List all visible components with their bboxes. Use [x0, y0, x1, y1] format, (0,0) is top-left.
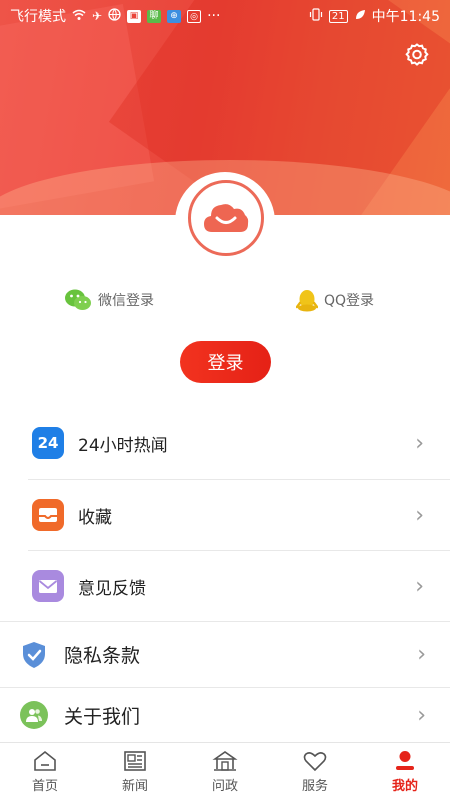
more-notifications-icon: ··· — [207, 8, 221, 24]
tab-label: 服务 — [301, 778, 328, 794]
app-icon: ◎ — [187, 9, 202, 23]
user-icon — [396, 750, 414, 770]
wechat-icon — [65, 289, 91, 310]
shopping-app-icon: ▣ — [127, 9, 142, 23]
menu-item-about-us[interactable]: 关于我们 › — [0, 688, 450, 742]
qq-login-button[interactable]: QQ登录 — [296, 288, 374, 312]
users-icon — [20, 701, 48, 729]
24h-news-icon: 24 — [32, 427, 64, 459]
tab-government-inquiry[interactable]: 问政 — [180, 743, 270, 800]
menu-item-label: 隐私条款 — [64, 645, 141, 667]
menu-item-24h-news[interactable]: 24 24小时热闻 › — [0, 408, 450, 478]
tab-label: 我的 — [391, 778, 418, 794]
wechat-login-button[interactable]: 微信登录 — [64, 288, 154, 312]
chevron-right-icon: › — [417, 642, 426, 667]
menu-item-privacy[interactable]: 隐私条款 › — [0, 622, 450, 687]
chevron-right-icon: › — [417, 702, 426, 728]
chevron-right-icon: › — [415, 573, 424, 599]
cloud-smile-icon — [204, 204, 249, 232]
wifi-icon — [72, 9, 86, 24]
avatar[interactable] — [188, 180, 264, 256]
clock: 中午11:45 — [371, 9, 440, 25]
battery-icon: 21 — [328, 9, 348, 23]
menu-item-label: 意见反馈 — [78, 578, 146, 599]
bottom-tab-bar: 首页 新闻 问政 服务 我的 — [0, 742, 450, 800]
chevron-right-icon: › — [415, 502, 424, 528]
tab-news[interactable]: 新闻 — [90, 743, 180, 800]
gear-icon — [405, 43, 429, 66]
chat-app-icon: 聊 — [147, 9, 162, 23]
menu-item-feedback[interactable]: 意见反馈 › — [0, 551, 450, 621]
heart-icon — [303, 751, 327, 771]
qq-icon — [296, 290, 318, 312]
airplane-icon: ✈ — [92, 9, 103, 23]
mail-icon — [32, 570, 64, 602]
vibrate-icon — [309, 8, 323, 24]
login-button[interactable]: 登录 — [180, 341, 271, 383]
airplane-mode-label: 飞行模式 — [10, 9, 66, 25]
browser-app-icon: ⊕ — [167, 9, 182, 23]
tab-services[interactable]: 服务 — [270, 743, 360, 800]
tab-mine[interactable]: 我的 — [360, 743, 450, 800]
settings-button[interactable] — [404, 42, 430, 68]
leaf-icon — [354, 9, 366, 24]
chevron-right-icon: › — [415, 430, 424, 456]
menu-item-label: 收藏 — [78, 507, 112, 528]
status-bar: 飞行模式 ✈ ▣ 聊 ⊕ ◎ ··· 21 中午11:45 — [0, 0, 450, 32]
tab-label: 问政 — [211, 778, 238, 794]
tab-label: 首页 — [31, 778, 58, 794]
menu-item-label: 24小时热闻 — [78, 435, 168, 456]
qq-login-label: QQ登录 — [324, 293, 375, 309]
tab-home[interactable]: 首页 — [0, 743, 90, 800]
home-icon — [34, 750, 56, 771]
favorite-box-icon — [32, 499, 64, 531]
globe-icon — [108, 8, 121, 24]
tab-label: 新闻 — [121, 778, 148, 794]
shield-check-icon — [20, 641, 48, 669]
menu-item-favorites[interactable]: 收藏 › — [0, 480, 450, 550]
newspaper-icon — [124, 750, 146, 771]
wechat-login-label: 微信登录 — [98, 293, 154, 309]
government-building-icon — [212, 750, 238, 771]
menu-item-label: 关于我们 — [64, 705, 141, 728]
